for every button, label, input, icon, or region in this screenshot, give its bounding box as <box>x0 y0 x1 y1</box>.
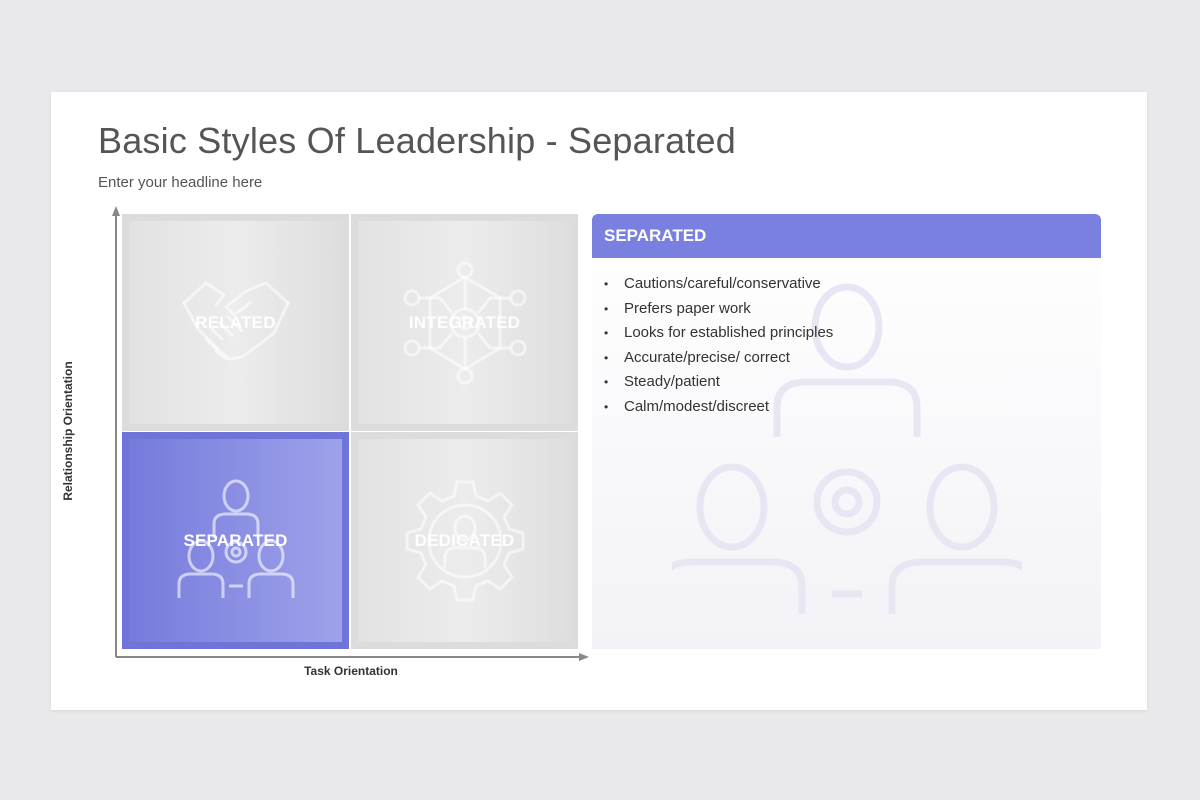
bullet-icon: • <box>604 301 609 316</box>
list-item-text: Prefers paper work <box>624 299 751 317</box>
list-item: • Looks for established principles <box>604 321 833 346</box>
bullet-list: • Cautions/careful/conservative • Prefers … <box>604 272 833 419</box>
panel-title: SEPARATED <box>604 226 707 245</box>
list-item: • Cautions/careful/conservative <box>604 272 833 297</box>
detail-panel: SEPARATED • Cautions/careful/conservative… <box>592 214 1101 649</box>
quadrant-separated[interactable]: SEPARATED <box>122 432 349 649</box>
list-item-text: Steady/patient <box>624 373 720 390</box>
slide: Basic Styles Of Leadership - Separated E… <box>51 92 1147 710</box>
list-item: • Steady/patient <box>604 370 833 395</box>
quadrant-related[interactable]: RELATED <box>122 214 349 431</box>
list-item-text: Looks for established principles <box>624 324 834 341</box>
panel-header: SEPARATED <box>592 214 1101 258</box>
bullet-icon: • <box>604 350 609 365</box>
list-item-text: Calm/modest/discreet <box>624 397 770 415</box>
x-axis-arrow-icon <box>579 653 589 661</box>
bullet-icon: • <box>604 375 609 389</box>
y-axis-label: Relationship Orientation <box>61 361 75 501</box>
x-axis-label: Task Orientation <box>304 664 398 678</box>
bullet-icon: • <box>604 326 609 340</box>
list-item-text: Accurate/precise/ correct <box>624 348 790 366</box>
bullet-icon: • <box>604 277 609 291</box>
bullet-icon: • <box>604 399 609 414</box>
quadrant-integrated-label: INTEGRATED <box>408 312 521 332</box>
quadrant-integrated[interactable]: INTEGRATED <box>351 214 578 431</box>
list-item: • Calm/modest/discreet <box>604 395 833 420</box>
quadrant-related-label: RELATED <box>195 312 276 332</box>
quadrant-dedicated-label: DEDICATED <box>414 530 515 550</box>
list-item: • Accurate/precise/ correct <box>604 346 833 371</box>
quadrant-separated-label: SEPARATED <box>183 530 288 550</box>
quadrant-dedicated[interactable]: DEDICATED <box>351 432 578 649</box>
list-item: • Prefers paper work <box>604 297 833 322</box>
list-item-text: Cautions/careful/conservative <box>624 275 821 292</box>
y-axis-arrow-icon <box>112 206 120 216</box>
